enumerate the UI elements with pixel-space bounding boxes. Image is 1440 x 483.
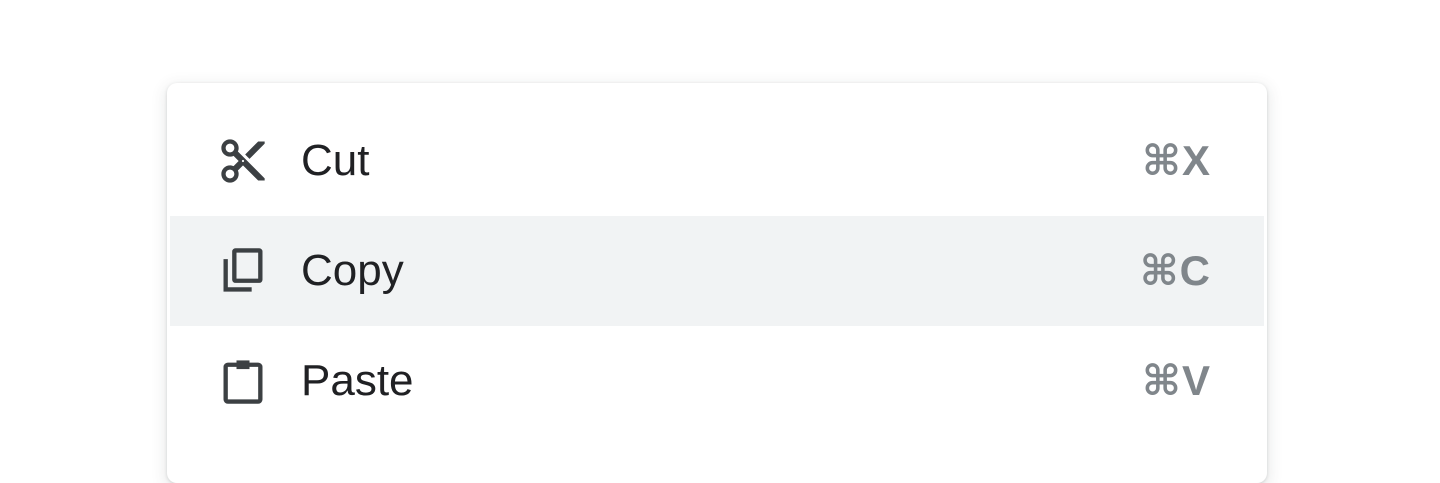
menu-item-paste[interactable]: Paste ⌘V <box>170 326 1264 436</box>
keyboard-shortcut: ⌘V <box>1142 357 1211 404</box>
menu-item-cut[interactable]: Cut ⌘X <box>170 106 1264 216</box>
menu-item-label: Paste <box>301 356 414 405</box>
context-menu: Cut ⌘X Copy ⌘C Paste ⌘V <box>167 83 1267 483</box>
menu-item-copy[interactable]: Copy ⌘C <box>170 216 1264 326</box>
keyboard-shortcut: ⌘C <box>1139 247 1211 294</box>
clipboard-icon <box>217 355 269 407</box>
menu-item-label: Cut <box>301 136 370 185</box>
scissors-icon <box>217 135 269 187</box>
menu-item-label: Copy <box>301 246 404 295</box>
copy-icon <box>217 245 269 297</box>
keyboard-shortcut: ⌘X <box>1142 137 1211 184</box>
